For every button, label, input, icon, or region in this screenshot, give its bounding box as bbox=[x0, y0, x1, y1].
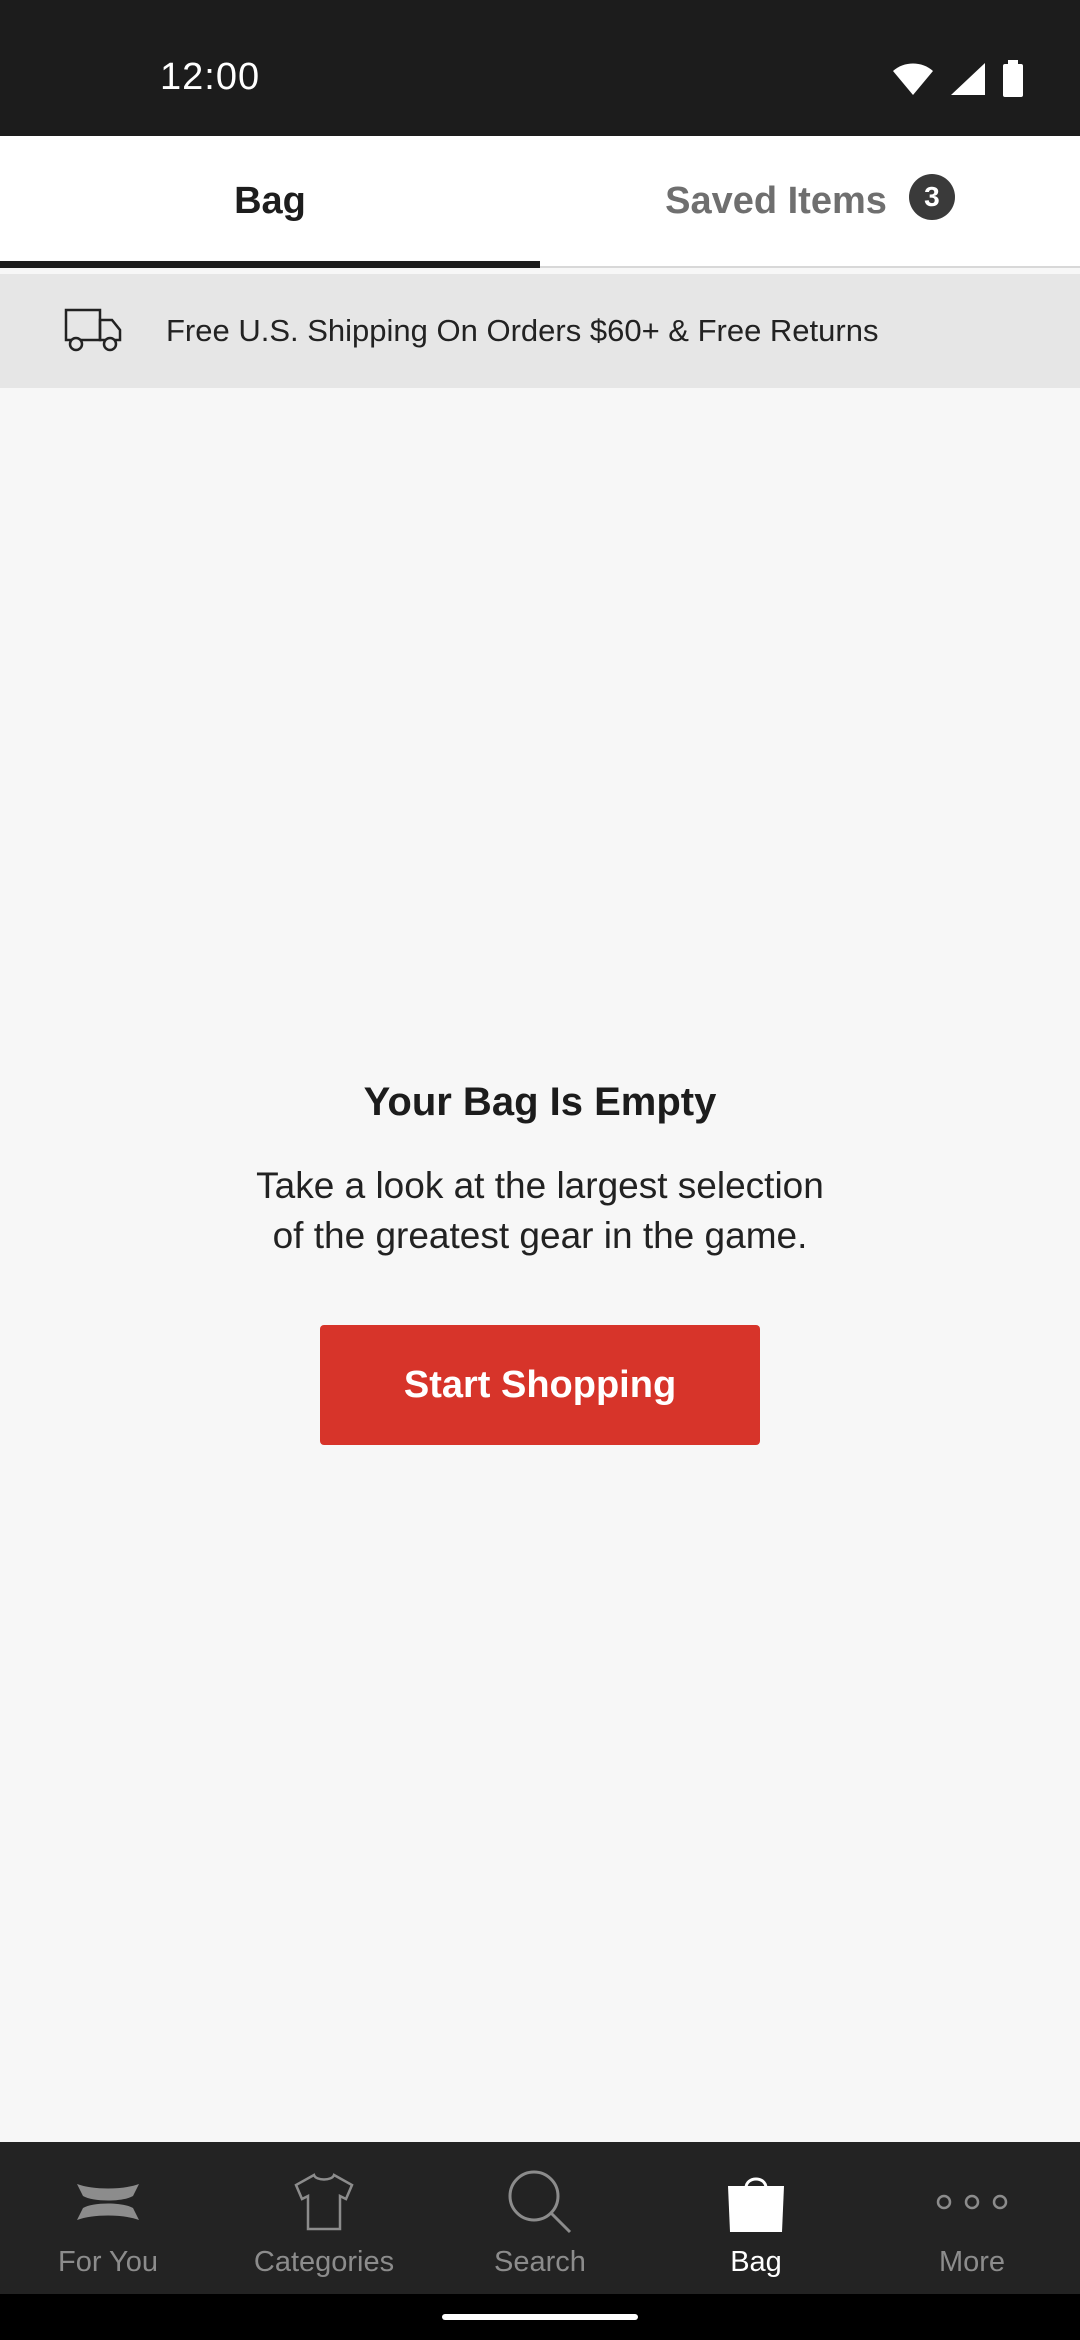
tab-bag-label: Bag bbox=[234, 179, 306, 222]
truck-icon bbox=[64, 306, 124, 359]
tab-bag[interactable]: Bag bbox=[0, 136, 540, 268]
wifi-icon bbox=[892, 62, 934, 101]
status-icons bbox=[892, 60, 1024, 103]
battery-icon bbox=[1002, 60, 1024, 103]
nav-item-categories[interactable]: Categories bbox=[216, 2142, 432, 2294]
empty-bag-title: Your Bag Is Empty bbox=[363, 1080, 717, 1124]
nav-item-search[interactable]: Search bbox=[432, 2142, 648, 2294]
start-shopping-button[interactable]: Start Shopping bbox=[320, 1325, 760, 1445]
bag-icon bbox=[724, 2162, 788, 2242]
tab-saved-items[interactable]: Saved Items 3 bbox=[540, 136, 1080, 266]
status-bar: 12:00 bbox=[0, 0, 1080, 136]
nav-label-bag: Bag bbox=[730, 2246, 782, 2278]
tab-bar: Bag Saved Items 3 bbox=[0, 136, 1080, 268]
status-time: 12:00 bbox=[160, 56, 261, 98]
screen: 12:00 Bag Saved Items 3 Free U.S. Shippi… bbox=[0, 0, 1080, 2340]
empty-bag-subtitle: Take a look at the largest selection of … bbox=[0, 1161, 1080, 1261]
nav-label-search: Search bbox=[494, 2246, 586, 2278]
nav-item-bag[interactable]: Bag bbox=[648, 2142, 864, 2294]
bottom-navigation: For You Categories Search Bag More bbox=[0, 2142, 1080, 2294]
nav-label-more: More bbox=[938, 2246, 1006, 2278]
search-icon bbox=[506, 2162, 574, 2242]
empty-bag-subtitle-line-2: of the greatest gear in the game. bbox=[272, 1215, 808, 1256]
empty-bag-state: Your Bag Is Empty Take a look at the lar… bbox=[0, 1080, 1080, 1445]
saved-items-count-badge: 3 bbox=[908, 174, 955, 220]
nav-label-for-you: For You bbox=[58, 2246, 158, 2278]
nav-item-for-you[interactable]: For You bbox=[0, 2142, 216, 2294]
cellular-signal-icon bbox=[950, 62, 986, 101]
shirt-icon bbox=[292, 2162, 356, 2242]
brand-logo-icon bbox=[73, 2162, 143, 2242]
shipping-banner-text: Free U.S. Shipping On Orders $60+ & Free… bbox=[166, 313, 879, 348]
shipping-banner: Free U.S. Shipping On Orders $60+ & Free… bbox=[0, 274, 1080, 388]
empty-bag-subtitle-line-1: Take a look at the largest selection bbox=[256, 1165, 824, 1206]
tab-saved-items-label: Saved Items bbox=[665, 179, 887, 222]
more-dots-icon bbox=[936, 2162, 1008, 2242]
nav-item-more[interactable]: More bbox=[864, 2142, 1080, 2294]
nav-label-categories: Categories bbox=[253, 2246, 395, 2278]
home-gesture-handle[interactable] bbox=[442, 2314, 638, 2320]
gesture-navigation-area bbox=[0, 2294, 1080, 2340]
